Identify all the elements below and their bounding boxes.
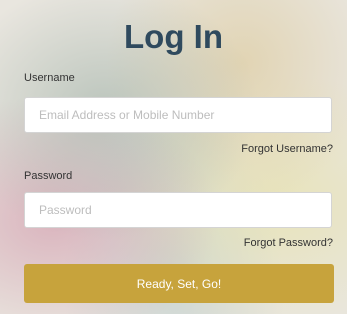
password-input[interactable]: [24, 192, 332, 228]
password-label: Password: [24, 170, 73, 182]
forgot-password-link[interactable]: Forgot Password?: [244, 237, 333, 249]
login-form: Log In Username Forgot Username? Passwor…: [0, 0, 347, 314]
username-input[interactable]: [24, 97, 332, 133]
forgot-username-link[interactable]: Forgot Username?: [241, 143, 333, 155]
page-title: Log In: [124, 18, 223, 55]
submit-button[interactable]: Ready, Set, Go!: [24, 264, 334, 303]
username-label: Username: [24, 72, 75, 84]
